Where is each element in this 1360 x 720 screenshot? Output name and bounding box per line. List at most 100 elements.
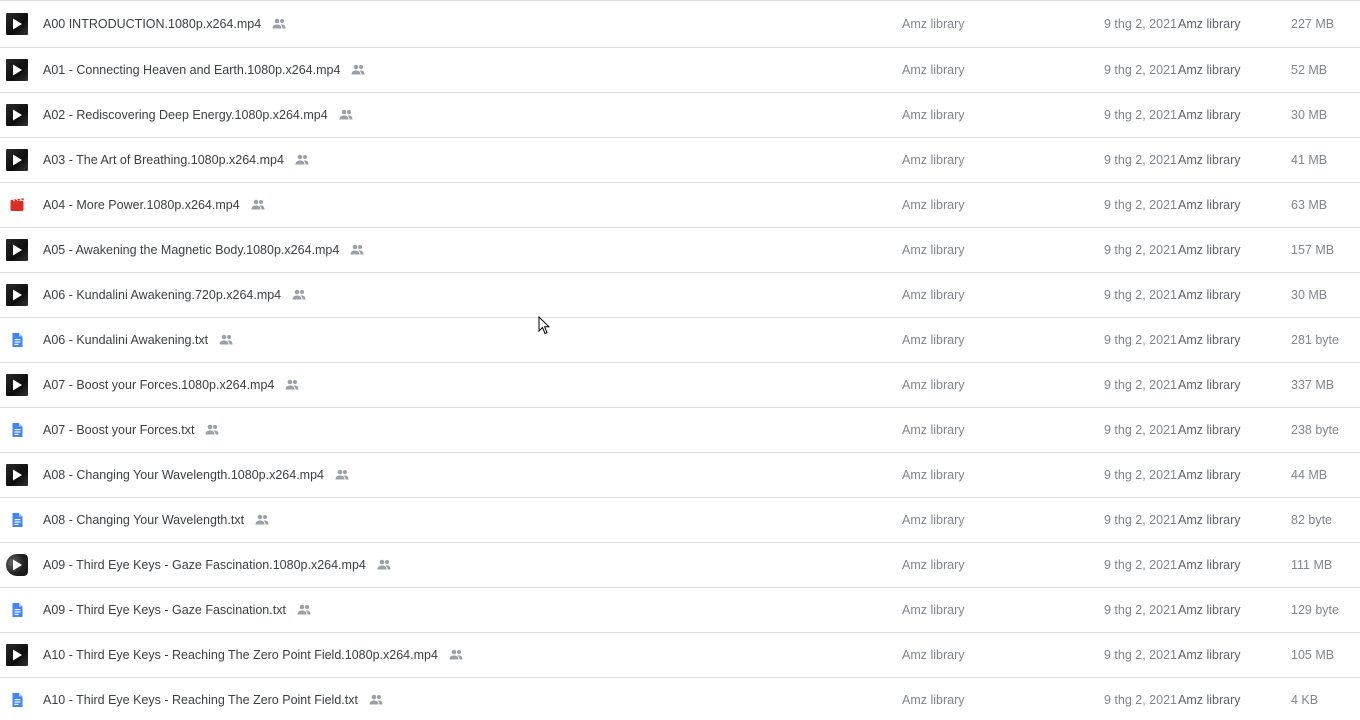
video-thumbnail-icon — [6, 13, 28, 35]
file-name-cell[interactable]: A01 - Connecting Heaven and Earth.1080p.… — [43, 62, 366, 78]
last-modified-by: Amz library — [1178, 693, 1241, 707]
file-name[interactable]: A04 - More Power.1080p.x264.mp4 — [43, 198, 240, 212]
last-modified-date: 9 thg 2, 2021 — [1104, 333, 1177, 347]
file-size: 129 byte — [1291, 603, 1339, 617]
last-modified-date: 9 thg 2, 2021 — [1104, 468, 1177, 482]
file-row[interactable]: A09 - Third Eye Keys - Gaze Fascination.… — [0, 588, 1360, 633]
file-name[interactable]: A08 - Changing Your Wavelength.txt — [43, 513, 244, 527]
owner: Amz library — [902, 693, 965, 707]
file-size: 52 MB — [1291, 63, 1328, 77]
shared-people-icon — [294, 152, 310, 168]
file-name-cell[interactable]: A02 - Rediscovering Deep Energy.1080p.x2… — [43, 107, 354, 123]
document-icon — [6, 329, 28, 351]
video-thumbnail-icon — [6, 59, 28, 81]
file-name-cell[interactable]: A06 - Kundalini Awakening.txt — [43, 332, 234, 348]
file-name[interactable]: A07 - Boost your Forces.1080p.x264.mp4 — [43, 378, 274, 392]
owner: Amz library — [902, 513, 965, 527]
file-row[interactable]: A03 - The Art of Breathing.1080p.x264.mp… — [0, 138, 1360, 183]
owner: Amz library — [902, 153, 965, 167]
file-name[interactable]: A09 - Third Eye Keys - Gaze Fascination.… — [43, 603, 286, 617]
file-name-cell[interactable]: A07 - Boost your Forces.txt — [43, 422, 220, 438]
file-size: 157 MB — [1291, 243, 1335, 257]
file-row[interactable]: A04 - More Power.1080p.x264.mp4 Amz libra… — [0, 183, 1360, 228]
file-name-cell[interactable]: A10 - Third Eye Keys - Reaching The Zero… — [43, 647, 464, 663]
file-name-cell[interactable]: A08 - Changing Your Wavelength.1080p.x26… — [43, 467, 350, 483]
file-name-cell[interactable]: A10 - Third Eye Keys - Reaching The Zero… — [43, 692, 384, 708]
last-modified-by: Amz library — [1178, 423, 1241, 437]
owner: Amz library — [902, 198, 965, 212]
last-modified-date: 9 thg 2, 2021 — [1104, 648, 1177, 662]
file-row[interactable]: A10 - Third Eye Keys - Reaching The Zero… — [0, 633, 1360, 678]
file-name-cell[interactable]: A04 - More Power.1080p.x264.mp4 — [43, 197, 266, 213]
last-modified-date: 9 thg 2, 2021 — [1104, 423, 1177, 437]
last-modified-date: 9 thg 2, 2021 — [1104, 378, 1177, 392]
last-modified-by: Amz library — [1178, 378, 1241, 392]
last-modified-date: 9 thg 2, 2021 — [1104, 558, 1177, 572]
file-name[interactable]: A02 - Rediscovering Deep Energy.1080p.x2… — [43, 108, 328, 122]
owner: Amz library — [902, 63, 965, 77]
video-thumbnail-icon — [6, 149, 28, 171]
file-name-cell[interactable]: A03 - The Art of Breathing.1080p.x264.mp… — [43, 152, 310, 168]
video-thumbnail-icon — [6, 554, 28, 576]
video-thumbnail-icon — [6, 464, 28, 486]
shared-people-icon — [334, 467, 350, 483]
shared-people-icon — [448, 647, 464, 663]
file-name[interactable]: A03 - The Art of Breathing.1080p.x264.mp… — [43, 153, 284, 167]
shared-people-icon — [254, 512, 270, 528]
file-name-cell[interactable]: A05 - Awakening the Magnetic Body.1080p.… — [43, 242, 365, 258]
file-row[interactable]: A08 - Changing Your Wavelength.1080p.x26… — [0, 453, 1360, 498]
file-name[interactable]: A05 - Awakening the Magnetic Body.1080p.… — [43, 243, 339, 257]
file-name[interactable]: A10 - Third Eye Keys - Reaching The Zero… — [43, 648, 438, 662]
file-name-cell[interactable]: A09 - Third Eye Keys - Gaze Fascination.… — [43, 557, 392, 573]
file-row[interactable]: A01 - Connecting Heaven and Earth.1080p.… — [0, 48, 1360, 93]
last-modified-by: Amz library — [1178, 17, 1241, 31]
video-thumbnail-icon — [6, 374, 28, 396]
file-row[interactable]: A00 INTRODUCTION.1080p.x264.mp4 Amz libra… — [0, 1, 1360, 48]
shared-people-icon — [218, 332, 234, 348]
video-thumbnail-icon — [6, 284, 28, 306]
file-row[interactable]: A06 - Kundalini Awakening.txt Amz library… — [0, 318, 1360, 363]
file-row[interactable]: A08 - Changing Your Wavelength.txt Amz li… — [0, 498, 1360, 543]
file-name-cell[interactable]: A00 INTRODUCTION.1080p.x264.mp4 — [43, 16, 287, 32]
file-name-cell[interactable]: A06 - Kundalini Awakening.720p.x264.mp4 — [43, 287, 307, 303]
file-row[interactable]: A06 - Kundalini Awakening.720p.x264.mp4 A… — [0, 273, 1360, 318]
file-name-cell[interactable]: A09 - Third Eye Keys - Gaze Fascination.… — [43, 602, 312, 618]
last-modified-by: Amz library — [1178, 648, 1241, 662]
file-row[interactable]: A05 - Awakening the Magnetic Body.1080p.… — [0, 228, 1360, 273]
file-size: 281 byte — [1291, 333, 1339, 347]
file-list: A00 INTRODUCTION.1080p.x264.mp4 Amz libra… — [0, 0, 1360, 720]
file-row[interactable]: A07 - Boost your Forces.txt Amz library 9 … — [0, 408, 1360, 453]
shared-people-icon — [271, 16, 287, 32]
shared-people-icon — [349, 242, 365, 258]
last-modified-by: Amz library — [1178, 153, 1241, 167]
file-row[interactable]: A10 - Third Eye Keys - Reaching The Zero… — [0, 678, 1360, 720]
file-name[interactable]: A08 - Changing Your Wavelength.1080p.x26… — [43, 468, 324, 482]
file-size: 30 MB — [1291, 108, 1328, 122]
file-name-cell[interactable]: A07 - Boost your Forces.1080p.x264.mp4 — [43, 377, 300, 393]
last-modified-date: 9 thg 2, 2021 — [1104, 603, 1177, 617]
file-name[interactable]: A06 - Kundalini Awakening.txt — [43, 333, 208, 347]
file-name[interactable]: A01 - Connecting Heaven and Earth.1080p.… — [43, 63, 340, 77]
owner: Amz library — [902, 288, 965, 302]
last-modified-date: 9 thg 2, 2021 — [1104, 243, 1177, 257]
document-icon — [6, 509, 28, 531]
file-name[interactable]: A09 - Third Eye Keys - Gaze Fascination.… — [43, 558, 366, 572]
file-name[interactable]: A00 INTRODUCTION.1080p.x264.mp4 — [43, 17, 261, 31]
file-row[interactable]: A02 - Rediscovering Deep Energy.1080p.x2… — [0, 93, 1360, 138]
owner: Amz library — [902, 17, 965, 31]
file-size: 82 byte — [1291, 513, 1333, 527]
shared-people-icon — [338, 107, 354, 123]
file-row[interactable]: A09 - Third Eye Keys - Gaze Fascination.… — [0, 543, 1360, 588]
file-name[interactable]: A10 - Third Eye Keys - Reaching The Zero… — [43, 693, 358, 707]
video-thumbnail-icon — [6, 104, 28, 126]
last-modified-by: Amz library — [1178, 198, 1241, 212]
file-name[interactable]: A06 - Kundalini Awakening.720p.x264.mp4 — [43, 288, 281, 302]
file-row[interactable]: A07 - Boost your Forces.1080p.x264.mp4 Am… — [0, 363, 1360, 408]
file-name[interactable]: A07 - Boost your Forces.txt — [43, 423, 194, 437]
video-file-icon — [6, 194, 28, 216]
file-name-cell[interactable]: A08 - Changing Your Wavelength.txt — [43, 512, 270, 528]
last-modified-date: 9 thg 2, 2021 — [1104, 17, 1177, 31]
owner: Amz library — [902, 108, 965, 122]
owner: Amz library — [902, 603, 965, 617]
owner: Amz library — [902, 333, 965, 347]
